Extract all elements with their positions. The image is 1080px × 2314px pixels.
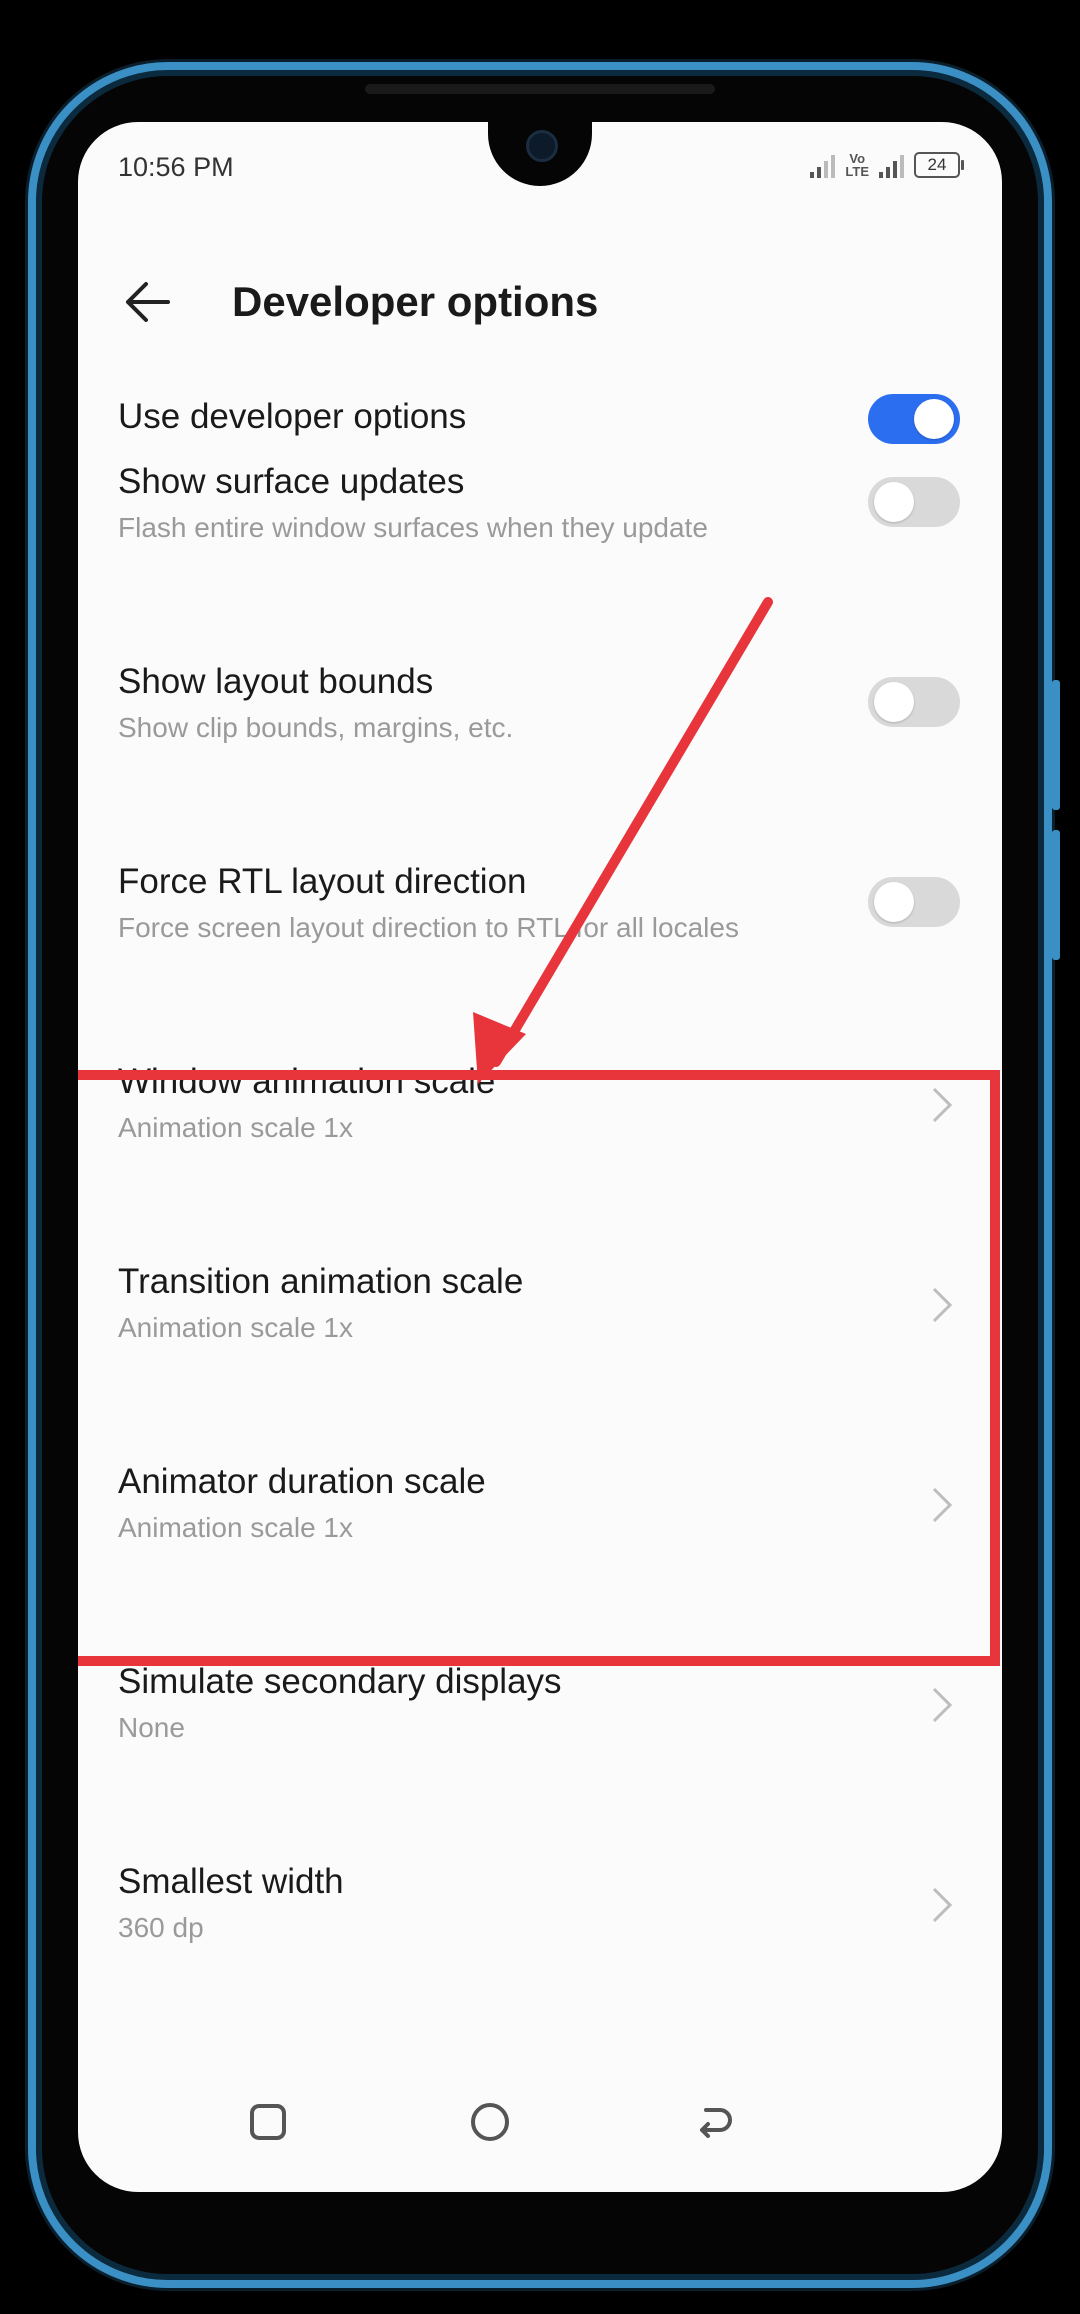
surface-updates-toggle[interactable] <box>868 477 960 527</box>
setting-subtitle: Flash entire window surfaces when they u… <box>118 512 708 543</box>
page-title: Developer options <box>232 278 599 325</box>
setting-force-rtl[interactable]: Force RTL layout direction Force screen … <box>78 852 1002 982</box>
setting-simulate-secondary-displays[interactable]: Simulate secondary displays None <box>78 1652 1002 1782</box>
setting-title: Force RTL layout direction <box>118 862 527 901</box>
signal-icon-2 <box>879 152 904 178</box>
home-icon[interactable] <box>460 2092 520 2152</box>
recents-icon[interactable] <box>238 2092 298 2152</box>
volume-button <box>1052 680 1060 810</box>
app-header: Developer options <box>78 252 1002 352</box>
setting-title: Show layout bounds <box>118 662 434 701</box>
layout-bounds-toggle[interactable] <box>868 677 960 727</box>
force-rtl-toggle[interactable] <box>868 877 960 927</box>
battery-icon: 24 <box>914 152 964 178</box>
back-icon[interactable] <box>684 2092 744 2152</box>
setting-smallest-width[interactable]: Smallest width 360 dp <box>78 1852 1002 1982</box>
chevron-right-icon <box>932 1687 953 1723</box>
navigation-bar <box>78 2092 1002 2192</box>
developer-options-toggle[interactable] <box>868 394 960 444</box>
power-button <box>1052 830 1060 960</box>
setting-use-developer-options[interactable]: Use developer options <box>78 382 1002 462</box>
signal-icon <box>810 152 836 178</box>
setting-title: Simulate secondary displays <box>118 1662 562 1701</box>
setting-subtitle: 360 dp <box>118 1912 204 1943</box>
earpiece-speaker <box>365 84 715 94</box>
volte-icon: Vo LTE <box>845 151 869 179</box>
chevron-right-icon <box>932 1887 953 1923</box>
setting-title: Use developer options <box>118 397 467 436</box>
setting-show-layout-bounds[interactable]: Show layout bounds Show clip bounds, mar… <box>78 652 1002 782</box>
back-arrow-icon[interactable] <box>118 272 178 332</box>
setting-title: Show surface updates <box>118 462 465 501</box>
status-icons: Vo LTE 24 <box>810 151 964 179</box>
setting-subtitle: Show clip bounds, margins, etc. <box>118 712 514 743</box>
setting-subtitle: Force screen layout direction to RTL for… <box>118 912 739 943</box>
setting-title: Smallest width <box>118 1862 344 1901</box>
setting-show-surface-updates[interactable]: Show surface updates Flash entire window… <box>78 452 1002 582</box>
device-screen: 10:56 PM Vo LTE 24 Developer options Use… <box>78 122 1002 2192</box>
setting-subtitle: None <box>118 1712 185 1743</box>
front-camera <box>526 130 558 162</box>
status-time: 10:56 PM <box>118 152 234 182</box>
annotation-highlight-box <box>78 1070 1000 1666</box>
